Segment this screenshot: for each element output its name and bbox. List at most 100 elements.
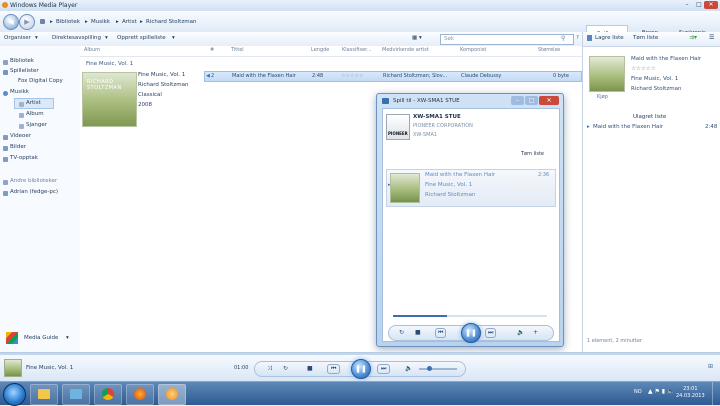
dialog-progress-bar[interactable] [393, 315, 547, 317]
volume-slider[interactable] [419, 366, 457, 371]
column-composer[interactable]: Komponist [460, 47, 486, 53]
dialog-clear-list-button[interactable]: Tøm liste [521, 151, 544, 157]
column-album[interactable]: Album [84, 47, 100, 53]
save-list-button[interactable]: Lagre liste [595, 35, 624, 41]
column-number[interactable]: # [210, 47, 214, 53]
column-size[interactable]: Størrelse [538, 47, 560, 53]
taskbar-clock[interactable]: 23:01 24.03.2013 [676, 386, 705, 400]
create-playlist-menu[interactable]: Opprett spilleliste [117, 35, 166, 41]
close-button[interactable]: ✕ [704, 1, 718, 9]
dialog-progress-fill [393, 315, 447, 317]
tv-icon [3, 157, 8, 162]
breadcrumb-artist[interactable]: Artist [122, 19, 137, 25]
track-rating[interactable]: ☆☆☆☆☆ [341, 73, 363, 79]
album-cover[interactable]: RICHARD STOLTZMAN [82, 72, 137, 127]
dialog-volume-button[interactable]: 🔈 [517, 329, 524, 336]
dialog-repeat-button[interactable]: ↻ [399, 329, 404, 336]
taskbar-app-wmp[interactable] [158, 384, 186, 405]
clock-time: 23:01 [683, 386, 698, 392]
sidebar-item-album[interactable]: Album [26, 111, 44, 117]
dialog-maximize-button[interactable]: □ [525, 96, 538, 105]
dialog-previous-button[interactable]: ⏮ [435, 328, 447, 338]
stop-button[interactable]: ■ [307, 365, 313, 372]
switch-to-now-playing-icon[interactable]: ⊞ [708, 363, 713, 370]
breadcrumb-music[interactable]: Musikk [91, 19, 110, 25]
back-button[interactable]: ◀ [3, 14, 19, 30]
shuffle-button[interactable]: ⤨ [267, 365, 272, 373]
clear-list-button[interactable]: Tøm liste [633, 35, 658, 41]
dialog-volume-up-icon[interactable]: + [533, 329, 538, 336]
start-button[interactable] [3, 383, 26, 406]
mute-button[interactable]: 🔈 [405, 365, 412, 372]
sidebar-item-fox-digital-copy[interactable]: Fox Digital Copy [18, 78, 63, 84]
dialog-stop-button[interactable]: ■ [415, 329, 421, 336]
dialog-minimize-button[interactable]: – [511, 96, 524, 105]
sidebar-item-videos[interactable]: Videoer [10, 133, 31, 139]
table-row[interactable]: ◀ 2 Maid with the Flaxen Hair 2:48 ☆☆☆☆☆… [204, 71, 582, 82]
volume-slider-thumb[interactable] [427, 366, 432, 371]
show-desktop-button[interactable] [712, 382, 720, 405]
forward-button[interactable]: ▶ [19, 14, 35, 30]
breadcrumb-richard-stoltzman[interactable]: Richard Stoltzman [146, 19, 196, 25]
column-length[interactable]: Lengde [311, 47, 329, 53]
column-rating[interactable]: Klassifiser... [342, 47, 372, 53]
search-box[interactable]: Søk ⚲ [440, 34, 574, 45]
previous-button[interactable]: ⏮ [327, 364, 341, 374]
track-composer: Claude Debussy [461, 73, 502, 79]
sidebar-item-playlists[interactable]: Spillelister [10, 68, 39, 74]
taskbar-app-explorer[interactable] [30, 384, 58, 405]
left-navigation: Bibliotek Spillelister Fox Digital Copy … [0, 46, 81, 352]
tray-icons[interactable]: ▲ ⚑ ▮ 🔈 [648, 388, 675, 395]
stream-chevron-icon: ▾ [105, 35, 108, 41]
search-input[interactable]: Søk [444, 36, 454, 42]
sidebar-item-other-libraries[interactable]: Andre biblioteker [10, 178, 57, 184]
sidebar-item-tv[interactable]: TV-opptak [10, 155, 38, 161]
organize-menu[interactable]: Organiser [4, 35, 31, 41]
sidebar-item-genre[interactable]: Sjanger [26, 122, 47, 128]
sidebar-item-music[interactable]: Musikk [10, 89, 29, 95]
clock-date: 24.03.2013 [676, 393, 705, 399]
sidebar-item-library[interactable]: Bibliotek [10, 58, 34, 64]
taskbar-app-firefox[interactable] [126, 384, 154, 405]
media-guide-chevron-icon[interactable]: ▾ [66, 335, 69, 341]
artist-icon [19, 102, 24, 107]
repeat-button[interactable]: ↻ [283, 365, 288, 372]
pause-button[interactable]: ❚❚ [351, 359, 371, 379]
now-playing-thumbnail[interactable] [589, 56, 625, 92]
dialog-pause-button[interactable]: ❚❚ [461, 323, 481, 343]
album-info-artist: Richard Stoltzman [138, 82, 189, 88]
seek-bar[interactable] [0, 353, 720, 355]
now-playing-rating[interactable]: ☆☆☆☆☆ [631, 66, 656, 72]
buy-link[interactable]: Kjøp [597, 94, 608, 100]
sidebar-item-pictures[interactable]: Bilder [10, 144, 26, 150]
genre-icon [19, 124, 24, 129]
panel-menu-icon[interactable]: ☰ [709, 34, 714, 41]
dialog-close-button[interactable]: ✕ [539, 96, 559, 105]
list-item[interactable]: Maid with the Flaxen Hair [593, 124, 663, 130]
album-icon [19, 113, 24, 118]
column-title[interactable]: Tittel [231, 47, 244, 53]
player-controls-bar: Fine Music, Vol. 1 01:00 ⤨ ↻ ■ ⏮ ❚❚ ⏭ 🔈 … [0, 352, 720, 382]
search-icon[interactable]: ⚲ [561, 35, 565, 42]
dialog-next-button[interactable]: ⏭ [485, 328, 497, 338]
album-cover-text: RICHARD STOLTZMAN [87, 79, 122, 91]
list-options-icon[interactable]: ⇉▾ [689, 34, 697, 41]
now-playing-thumbnail-small[interactable] [4, 359, 22, 377]
sidebar-item-adrian[interactable]: Adrian (fedge-pc) [10, 189, 58, 195]
next-button[interactable]: ⏭ [377, 364, 391, 374]
stream-menu[interactable]: Direktesavspilling [52, 35, 101, 41]
sidebar-item-artist[interactable]: Artist [26, 100, 41, 106]
track-title: Maid with the Flaxen Hair [232, 73, 296, 79]
breadcrumb-library[interactable]: Bibliotek [56, 19, 80, 25]
column-contributing-artist[interactable]: Medvirkende artist [382, 47, 429, 53]
taskbar-app-chrome[interactable] [94, 384, 122, 405]
view-options-icon[interactable]: ▦ ▾ [412, 35, 422, 41]
help-icon[interactable]: ? [576, 35, 579, 41]
dialog-transport-controls: ↻ ■ ⏮ ❚❚ ⏭ 🔈 + [388, 323, 554, 343]
taskbar-app-media[interactable] [62, 384, 90, 405]
list-title[interactable]: Ulagret liste [633, 114, 666, 120]
media-guide-link[interactable]: Media Guide [24, 335, 58, 341]
wmp-icon [166, 388, 178, 400]
folder-icon [38, 389, 50, 399]
language-indicator[interactable]: NO [634, 389, 642, 395]
